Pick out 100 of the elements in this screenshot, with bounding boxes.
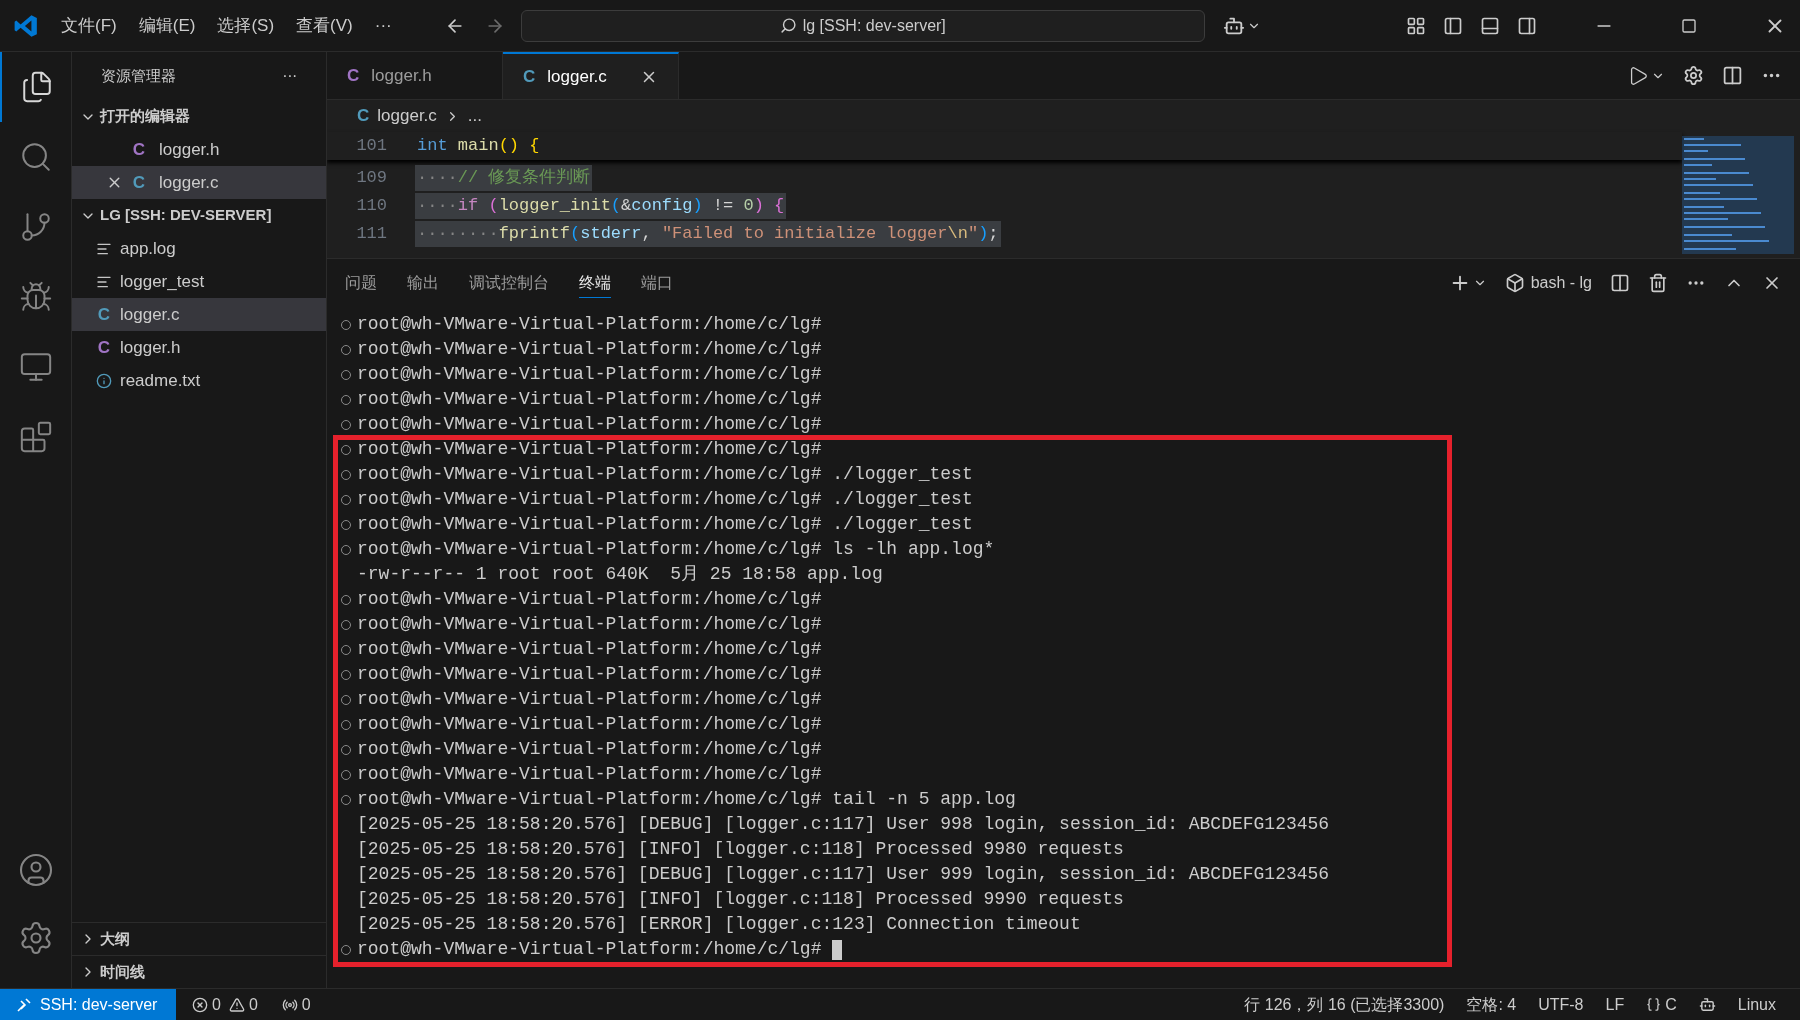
menu-item[interactable]: 编辑(E)	[129, 8, 205, 43]
file-tree-item[interactable]: app.log	[72, 232, 326, 265]
terminal-line: root@wh-VMware-Virtual-Platform:/home/c/lg# ./logger_test	[357, 488, 973, 511]
open-editor-item[interactable]: C logger.h	[72, 133, 326, 166]
c-file-icon: C	[131, 141, 147, 158]
toggle-secondary-sidebar-icon[interactable]	[1517, 15, 1537, 36]
error-icon	[192, 996, 208, 1013]
breadcrumb-item[interactable]: ...	[467, 103, 482, 129]
menu-item[interactable]: 文件(F)	[52, 8, 126, 43]
extensions-icon[interactable]	[18, 420, 53, 454]
panel-tab[interactable]: 输出	[407, 268, 439, 298]
status-item[interactable]: 空格: 4	[1466, 992, 1517, 1017]
terminal-line: [2025-05-25 18:58:20.576] [INFO] [logger.c:118] Processed 9990 requests	[357, 888, 1124, 911]
cursor	[832, 939, 843, 960]
file-name: logger.h	[120, 336, 181, 359]
terminal-line: root@wh-VMware-Virtual-Platform:/home/c/lg#	[357, 688, 822, 711]
code-token: ,	[641, 224, 653, 244]
breadcrumb-file[interactable]: logger.c	[377, 103, 437, 129]
section-header[interactable]: 大纲	[100, 927, 130, 951]
section-header[interactable]: 时间线	[100, 960, 145, 984]
code-token: config	[631, 196, 693, 216]
code-token: "Failed to initialize logger	[661, 224, 948, 244]
customize-layout-icon[interactable]	[1406, 15, 1426, 36]
file-tree-item[interactable]: C logger.h	[72, 331, 326, 364]
robot-icon[interactable]	[1698, 996, 1716, 1013]
command-center[interactable]: lg [SSH: dev-server]	[520, 9, 1205, 42]
remote-indicator[interactable]: SSH: dev-server	[0, 989, 176, 1020]
file-name: readme.txt	[120, 369, 201, 392]
code-token: {	[529, 136, 540, 156]
terminal-line: root@wh-VMware-Virtual-Platform:/home/c/lg#	[357, 613, 822, 636]
code-token: stderr	[580, 224, 642, 244]
line-number: 111	[355, 223, 387, 246]
file-tree-item[interactable]: logger_test	[72, 265, 326, 298]
c-file-icon: C	[96, 339, 112, 356]
line-number: 109	[355, 167, 387, 190]
editor-tab[interactable]: C logger.c	[503, 52, 679, 99]
code-token: )	[692, 196, 703, 216]
split-terminal-icon[interactable]	[1610, 273, 1630, 293]
code-token: "	[967, 224, 979, 244]
run-debug-icon[interactable]	[18, 280, 53, 314]
trash-icon[interactable]	[1648, 273, 1668, 293]
c-file-icon: C	[131, 174, 147, 191]
menu-item[interactable]: 查看(V)	[287, 8, 362, 43]
code-token: {	[774, 196, 785, 216]
code-token: )	[753, 196, 765, 216]
terminal-line: root@wh-VMware-Virtual-Platform:/home/c/lg#	[357, 338, 822, 361]
account-icon[interactable]	[17, 852, 54, 888]
terminal-line: root@wh-VMware-Virtual-Platform:/home/c/lg# ls -lh app.log*	[357, 538, 995, 561]
panel-tab[interactable]: 问题	[345, 268, 377, 298]
remote-icon	[16, 996, 32, 1013]
status-item[interactable]: 行 126，列 16 (已选择3300)	[1244, 992, 1445, 1017]
file-tree-item[interactable]: readme.txt	[72, 364, 326, 397]
status-item[interactable]: LF	[1605, 992, 1625, 1017]
language-mode[interactable]: C	[1665, 992, 1677, 1017]
file-name: logger_test	[120, 270, 205, 293]
maximize-icon[interactable]	[1681, 17, 1697, 34]
status-item[interactable]: UTF-8	[1538, 992, 1584, 1017]
panel-tab[interactable]: 终端	[579, 268, 611, 298]
terminal-line: root@wh-VMware-Virtual-Platform:/home/c/lg#	[357, 388, 822, 411]
section-header[interactable]: LG [SSH: DEV-SERVER]	[100, 204, 272, 227]
code-token: int	[417, 136, 449, 156]
code-token: ()	[498, 136, 521, 156]
terminal-name[interactable]: bash - lg	[1530, 271, 1592, 295]
code-token: 0	[743, 196, 754, 216]
line-number: 110	[355, 195, 387, 218]
warning-count[interactable]: 0	[248, 992, 258, 1017]
panel-tab[interactable]: 调试控制台	[469, 268, 549, 298]
terminal-line: root@wh-VMware-Virtual-Platform:/home/c/lg#	[357, 363, 822, 386]
toggle-sidebar-icon[interactable]	[1443, 15, 1463, 36]
code-token: )	[978, 224, 989, 244]
section-header[interactable]: 打开的编辑器	[100, 105, 190, 128]
terminal-line: root@wh-VMware-Virtual-Platform:/home/c/lg#	[357, 413, 822, 436]
terminal-line: root@wh-VMware-Virtual-Platform:/home/c/lg#	[357, 588, 822, 611]
ports-count[interactable]: 0	[301, 992, 311, 1017]
info-icon	[96, 372, 112, 389]
error-count[interactable]: 0	[212, 992, 221, 1017]
open-editor-item[interactable]: C logger.c	[72, 166, 326, 199]
file-name: logger.h	[159, 138, 220, 161]
menu-item[interactable]: ···	[365, 8, 401, 43]
terminal-line: [2025-05-25 18:58:20.576] [DEBUG] [logger.c:117] User 999 login, session_id: ABCDEFG123456	[357, 863, 1330, 886]
split-editor-icon[interactable]	[1722, 65, 1743, 86]
toggle-panel-icon[interactable]	[1480, 15, 1500, 36]
search-icon	[779, 17, 797, 34]
terminal-line: [2025-05-25 18:58:20.576] [INFO] [logger.c:118] Processed 9980 requests	[357, 838, 1124, 861]
file-name: app.log	[120, 237, 176, 260]
line-number: 101	[355, 135, 387, 158]
file-tree-item[interactable]: C logger.c	[72, 298, 326, 331]
c-file-icon: C	[523, 63, 536, 90]
file-name: logger.c	[120, 303, 180, 326]
panel-tab[interactable]: 端口	[641, 268, 673, 298]
terminal-line: root@wh-VMware-Virtual-Platform:/home/c/lg#	[357, 638, 822, 661]
settings-icon[interactable]	[1683, 65, 1704, 86]
menu-item[interactable]: 选择(S)	[208, 8, 284, 43]
command-center-text: lg [SSH: dev-server]	[802, 15, 946, 36]
sidebar-title: 资源管理器	[101, 65, 176, 86]
more-actions-button[interactable]: ···	[282, 64, 297, 88]
remote-explorer-icon[interactable]	[18, 350, 53, 384]
status-item[interactable]: Linux	[1737, 992, 1776, 1017]
code-token: // 修复条件判断	[457, 168, 591, 188]
file-name: logger.c	[159, 171, 219, 194]
